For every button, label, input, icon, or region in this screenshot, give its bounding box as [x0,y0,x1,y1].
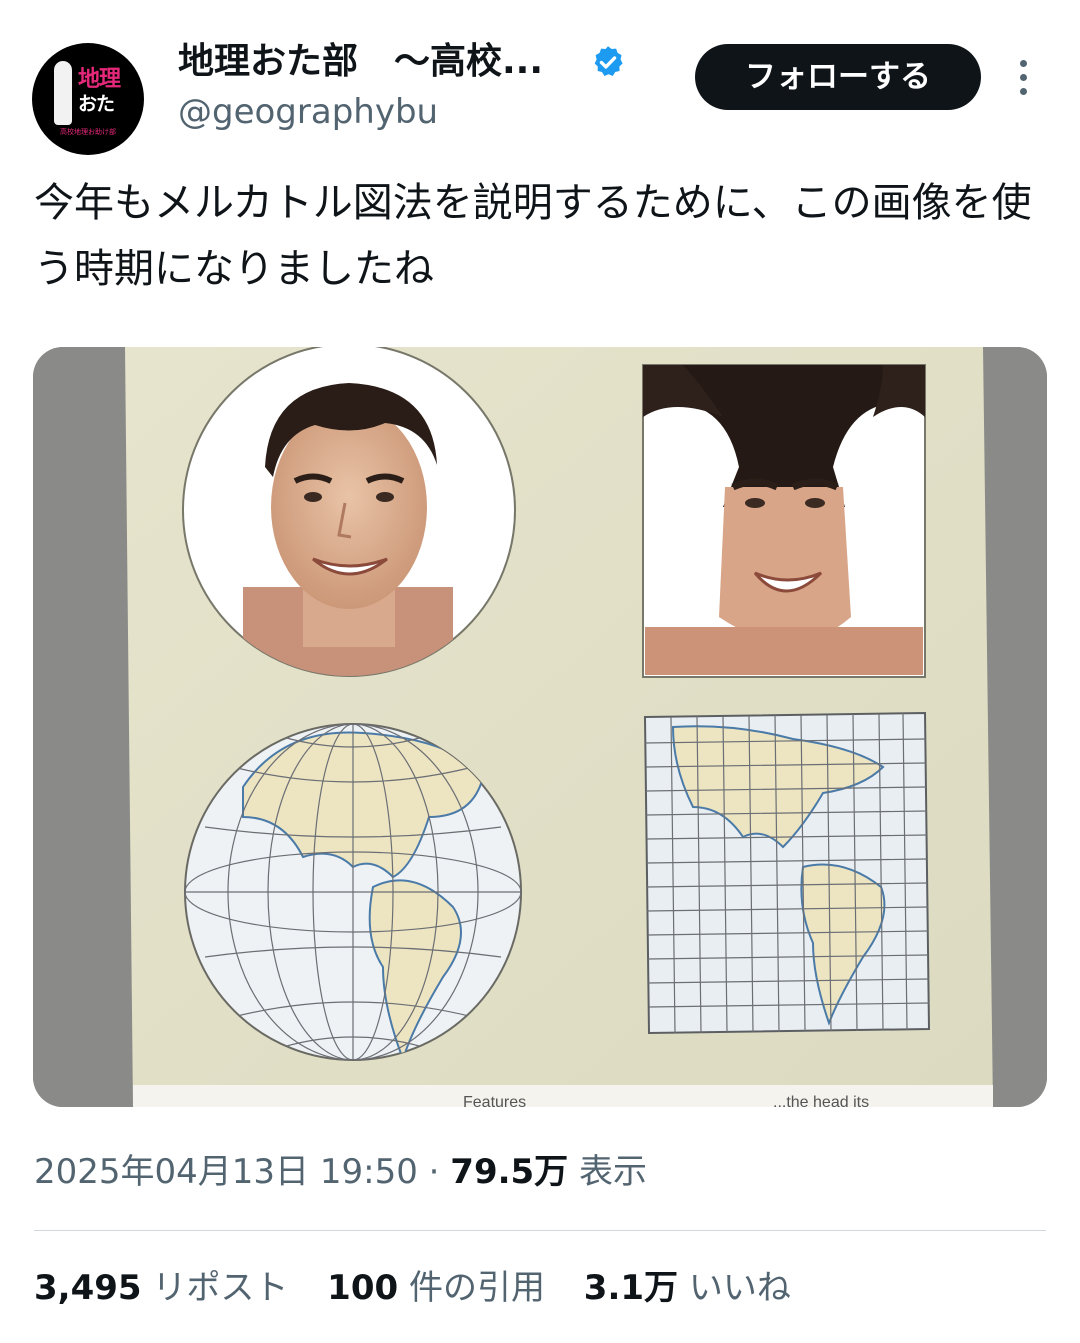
views-label: 表示 [579,1152,647,1192]
reposts-label: リポスト [152,1268,289,1308]
quotes-stat[interactable]: 100 件の引用 [327,1268,545,1308]
avatar-logo-text-3: 高校地理お助け部 [60,128,116,136]
avatar-silhouette-icon [54,61,72,125]
page-caption-left: Features [463,1094,526,1107]
quotes-label: 件の引用 [408,1268,545,1308]
avatar-logo-text-2: おた [78,93,115,115]
follow-button[interactable]: フォローする [695,44,981,110]
tweet-meta: 2025年04月13日 19:50 · 79.5万 表示 [34,1148,647,1196]
page-caption-right: ...the head its [773,1094,869,1107]
divider [34,1230,1046,1231]
likes-label: いいね [688,1268,791,1308]
avatar[interactable]: 地理 おた 高校地理お助け部 [32,43,144,155]
author-display-name[interactable]: 地理おた部 〜高校... [178,40,543,84]
views-count: 79.5万 [450,1152,569,1192]
tweet-media-image[interactable]: Features ...the head its [33,347,1047,1107]
mercator-comparison-photo: Features ...the head its [33,347,1047,1107]
engagement-stats: 3,495 リポスト 100 件の引用 3.1万 いいね [34,1264,819,1312]
likes-count: 3.1万 [583,1268,679,1308]
author-handle[interactable]: @geographybu [178,92,438,132]
verified-badge-icon[interactable] [590,44,626,80]
reposts-count: 3,495 [34,1268,142,1308]
more-options-icon[interactable] [1004,56,1044,100]
tweet-timestamp[interactable]: 2025年04月13日 19:50 [34,1152,418,1192]
reposts-stat[interactable]: 3,495 リポスト [34,1268,288,1308]
mercator-map [643,711,931,1035]
likes-stat[interactable]: 3.1万 いいね [584,1268,791,1308]
meta-separator: · [428,1152,440,1192]
quotes-count: 100 [327,1268,399,1308]
tweet-text: 今年もメルカトル図法を説明するために、この画像を使う時期になりましたね [34,180,1032,292]
